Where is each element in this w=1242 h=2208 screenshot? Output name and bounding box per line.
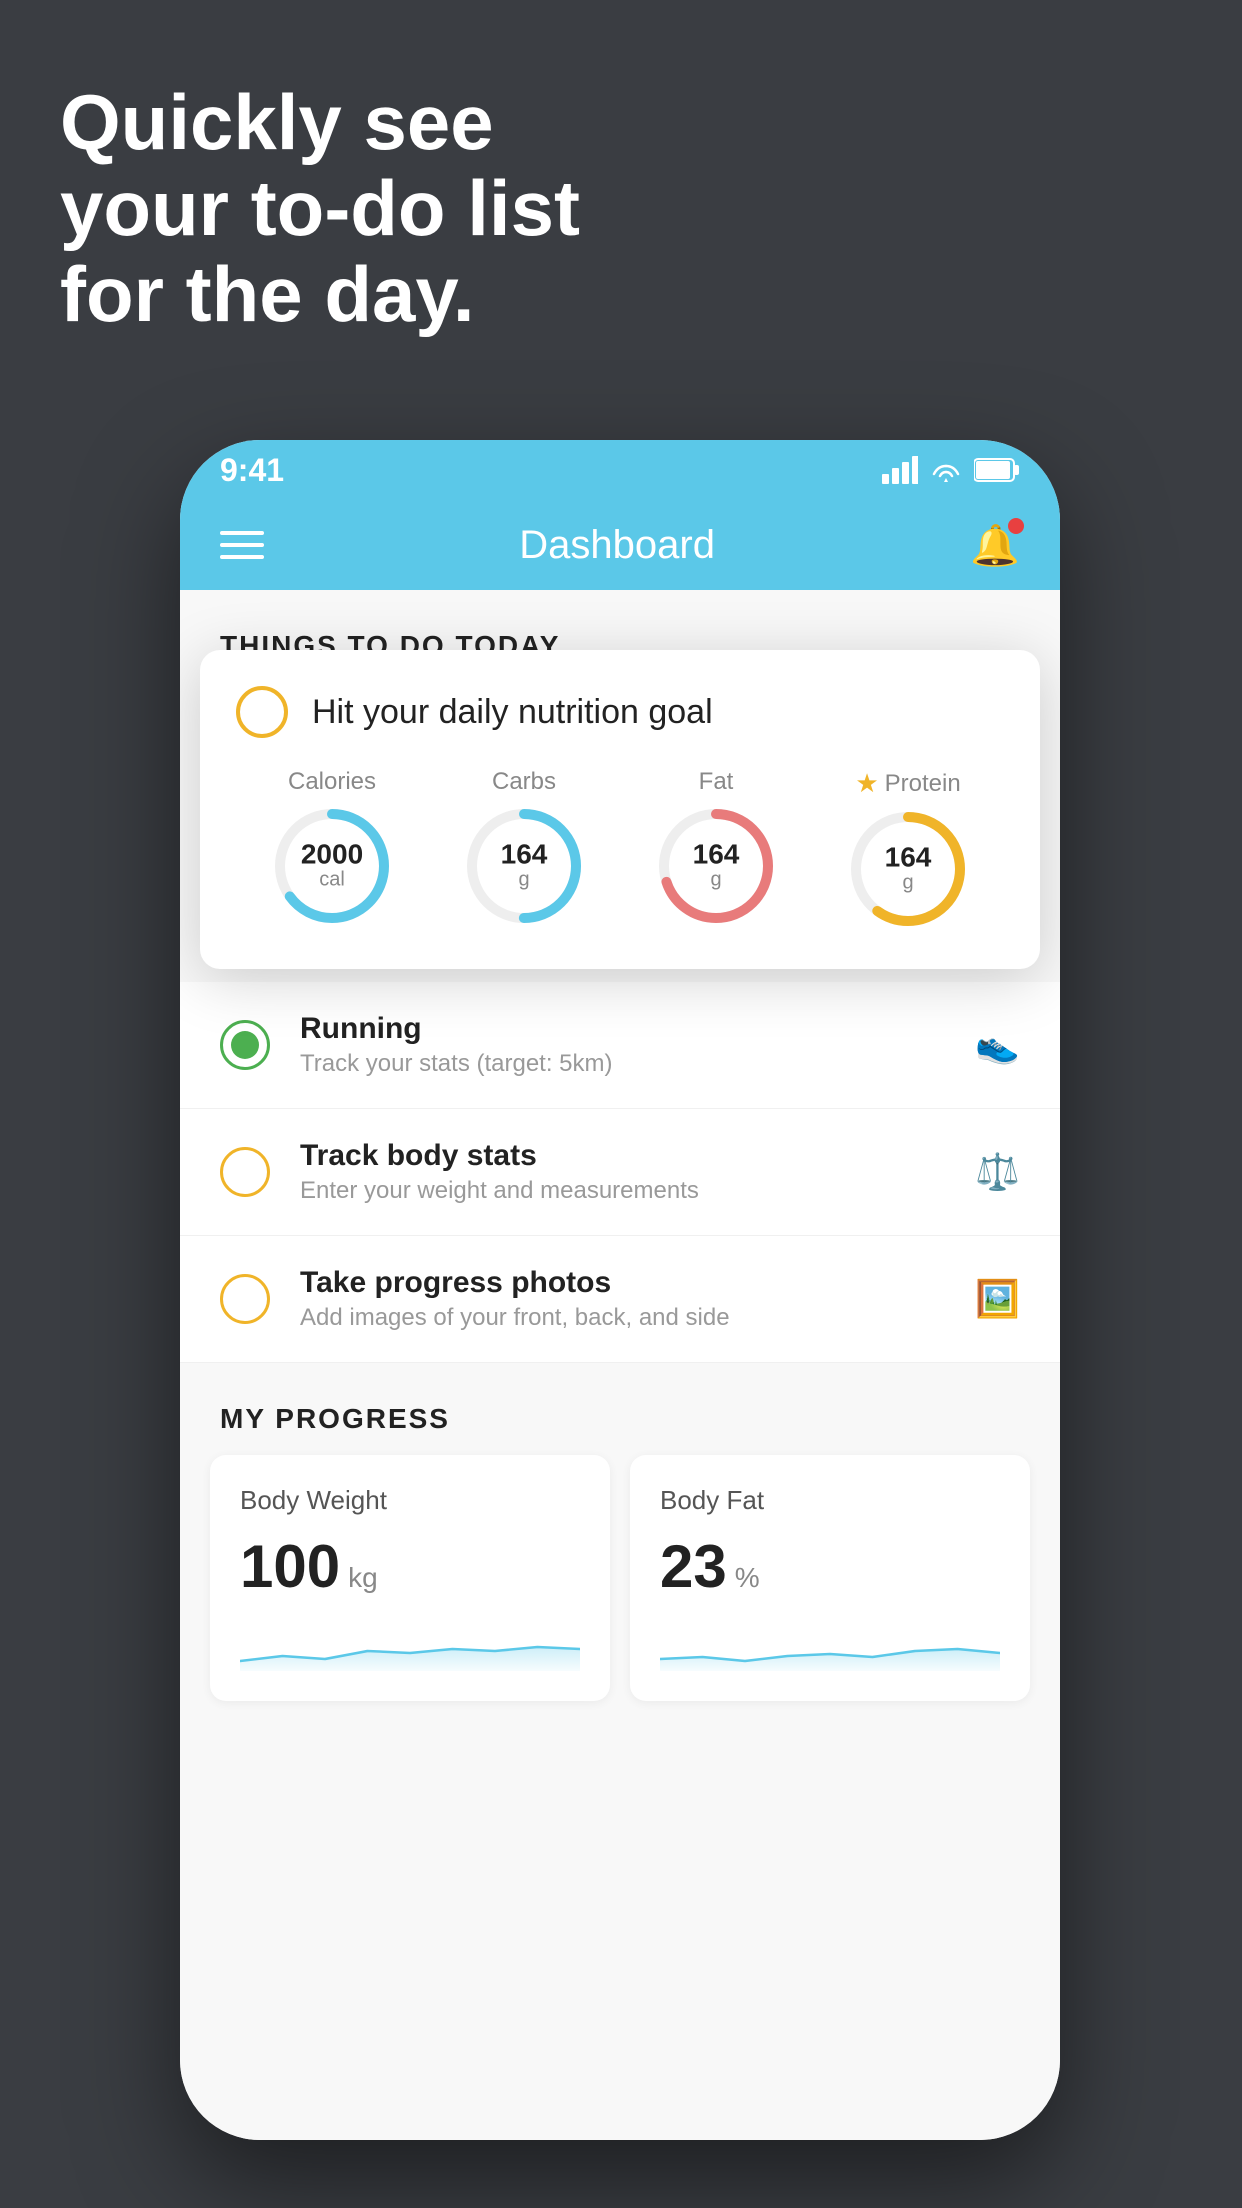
progress-card-0[interactable]: Body Weight 100 kg bbox=[210, 1455, 610, 1701]
nav-title: Dashboard bbox=[519, 523, 715, 568]
star-icon: ★ bbox=[855, 768, 878, 799]
todo-icon-running: 👟 bbox=[975, 1024, 1020, 1066]
macro-calories: Calories 2000 cal bbox=[272, 768, 392, 929]
todo-icon-body-stats: ⚖️ bbox=[975, 1151, 1020, 1193]
macro-value: 164 bbox=[693, 841, 740, 869]
todo-circle-body-stats bbox=[220, 1147, 270, 1197]
macro-label-fat: Fat bbox=[699, 768, 734, 795]
macro-value: 164 bbox=[501, 841, 548, 869]
nutrition-card-title: Hit your daily nutrition goal bbox=[312, 693, 713, 732]
hero-line1: Quickly see bbox=[60, 80, 580, 166]
battery-icon bbox=[974, 457, 1020, 483]
progress-unit-1: % bbox=[735, 1562, 760, 1594]
macro-value: 164 bbox=[885, 844, 932, 872]
status-icons bbox=[882, 456, 1020, 484]
macro-label-protein: Protein bbox=[885, 770, 961, 798]
macro-label-calories: Calories bbox=[288, 768, 376, 795]
todo-sub-progress-photos: Add images of your front, back, and side bbox=[300, 1304, 945, 1332]
progress-section: MY PROGRESS Body Weight 100 kg Body bbox=[180, 1403, 1060, 1701]
nutrition-card: Hit your daily nutrition goal Calories 2… bbox=[200, 650, 1040, 969]
signal-icon bbox=[882, 456, 918, 484]
progress-value-1: 23 % bbox=[660, 1532, 1000, 1601]
hero-text: Quickly see your to-do list for the day. bbox=[60, 80, 580, 337]
macro-label-carbs: Carbs bbox=[492, 768, 556, 795]
hamburger-menu[interactable] bbox=[220, 531, 264, 559]
progress-card-title-1: Body Fat bbox=[660, 1485, 1000, 1516]
todo-item-progress-photos[interactable]: Take progress photos Add images of your f… bbox=[180, 1236, 1060, 1363]
progress-card-1[interactable]: Body Fat 23 % bbox=[630, 1455, 1030, 1701]
status-time: 9:41 bbox=[220, 452, 284, 489]
macro-unit: g bbox=[885, 872, 932, 895]
wifi-icon bbox=[928, 456, 964, 484]
nav-bar: Dashboard 🔔 bbox=[180, 500, 1060, 590]
progress-cards: Body Weight 100 kg Body Fat 23 % bbox=[210, 1455, 1030, 1701]
todo-sub-body-stats: Enter your weight and measurements bbox=[300, 1177, 945, 1205]
donut-protein: 164 g bbox=[848, 809, 968, 929]
progress-num-0: 100 bbox=[240, 1532, 340, 1601]
mini-chart-1 bbox=[660, 1621, 1000, 1671]
todo-main-running: Running bbox=[300, 1012, 945, 1046]
macro-carbs: Carbs 164 g bbox=[464, 768, 584, 929]
content-area: THINGS TO DO TODAY Hit your daily nutrit… bbox=[180, 590, 1060, 2140]
progress-unit-0: kg bbox=[348, 1562, 378, 1594]
donut-fat: 164 g bbox=[656, 806, 776, 926]
hero-line2: your to-do list bbox=[60, 166, 580, 252]
progress-value-0: 100 kg bbox=[240, 1532, 580, 1601]
mini-chart-0 bbox=[240, 1621, 580, 1671]
phone-frame: 9:41 bbox=[180, 440, 1060, 2140]
donut-calories: 2000 cal bbox=[272, 806, 392, 926]
nutrition-check-circle[interactable] bbox=[236, 686, 288, 738]
status-bar: 9:41 bbox=[180, 440, 1060, 500]
todo-circle-running bbox=[220, 1020, 270, 1070]
todo-icon-progress-photos: 🖼️ bbox=[975, 1278, 1020, 1320]
nutrition-macros: Calories 2000 cal Carbs 164 g Fat 164 g … bbox=[236, 768, 1004, 929]
todo-main-progress-photos: Take progress photos bbox=[300, 1266, 945, 1300]
progress-card-title-0: Body Weight bbox=[240, 1485, 580, 1516]
macro-unit: cal bbox=[301, 869, 363, 892]
todo-text-running: Running Track your stats (target: 5km) bbox=[300, 1012, 945, 1078]
progress-title: MY PROGRESS bbox=[210, 1403, 1030, 1435]
hero-line3: for the day. bbox=[60, 252, 580, 338]
todo-circle-progress-photos bbox=[220, 1274, 270, 1324]
todo-text-progress-photos: Take progress photos Add images of your f… bbox=[300, 1266, 945, 1332]
todo-main-body-stats: Track body stats bbox=[300, 1139, 945, 1173]
progress-num-1: 23 bbox=[660, 1532, 727, 1601]
bell-icon[interactable]: 🔔 bbox=[970, 522, 1020, 569]
macro-protein: ★Protein 164 g bbox=[848, 768, 968, 929]
macro-fat: Fat 164 g bbox=[656, 768, 776, 929]
todo-sub-running: Track your stats (target: 5km) bbox=[300, 1050, 945, 1078]
notification-dot bbox=[1008, 518, 1024, 534]
todo-list: Running Track your stats (target: 5km) 👟 Tr… bbox=[180, 982, 1060, 1363]
macro-value: 2000 bbox=[301, 841, 363, 869]
todo-item-body-stats[interactable]: Track body stats Enter your weight and me… bbox=[180, 1109, 1060, 1236]
donut-carbs: 164 g bbox=[464, 806, 584, 926]
todo-text-body-stats: Track body stats Enter your weight and me… bbox=[300, 1139, 945, 1205]
nutrition-card-header: Hit your daily nutrition goal bbox=[236, 686, 1004, 738]
macro-unit: g bbox=[693, 869, 740, 892]
macro-unit: g bbox=[501, 869, 548, 892]
todo-item-running[interactable]: Running Track your stats (target: 5km) 👟 bbox=[180, 982, 1060, 1109]
